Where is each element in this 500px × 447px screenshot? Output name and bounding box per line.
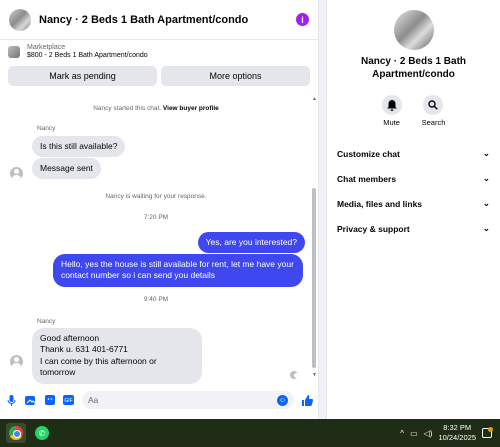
network-icon[interactable]: ▭ [410,429,418,438]
section-label: Privacy & support [337,223,410,234]
section-label: Chat members [337,173,397,184]
sender-avatar[interactable] [10,355,23,368]
listing-actions: Mark as pending More options [0,64,318,92]
message-line: I can come by this afternoon or tomorrow [40,355,157,378]
timestamp: 7:20 PM [143,214,169,221]
gif-icon[interactable]: GIF [63,395,74,406]
search-action[interactable]: Search [421,95,446,127]
search-icon[interactable] [423,95,444,115]
chat-started-notice: Nancy started this chat. View buyer prof… [0,105,312,112]
message-composer: GIF Aa ☺ [0,388,319,412]
timestamp: 9:40 PM [143,296,169,303]
section-label: Customize chat [337,148,400,159]
section-customize-chat[interactable]: Customize chat ⌄ [327,141,500,166]
taskbar: ✆ ^ ▭ ◁) 8:32 PM 10/24/2025 [0,419,500,447]
thread-scrollbar[interactable]: ▲ ▼ [311,96,317,378]
chevron-down-icon: ⌄ [482,198,490,208]
info-sections: Customize chat ⌄ Chat members ⌄ Media, f… [327,141,500,241]
whatsapp-icon: ✆ [35,426,49,440]
notification-icon[interactable] [482,427,493,438]
chrome-taskbar-button[interactable] [6,423,26,443]
scrollbar-thumb[interactable] [312,188,316,368]
conversation-info-panel: Nancy · 2 Beds 1 Bath Apartment/condo Mu… [326,0,500,419]
chevron-down-icon: ⌄ [482,173,490,183]
section-label: Media, files and links [337,198,423,209]
sender-name: Nancy [37,125,56,132]
volume-icon[interactable]: ◁) [424,429,433,438]
message-bubble-incoming[interactable]: Is this still available? [32,136,126,158]
section-chat-members[interactable]: Chat members ⌄ [327,166,500,191]
message-input-placeholder: Aa [88,395,99,405]
chevron-up-icon[interactable]: ^ [400,429,404,438]
emoji-icon[interactable]: ☺ [277,394,288,406]
mute-label: Mute [383,118,400,127]
message-bubble-outgoing[interactable]: Hello, yes the house is still available … [53,254,303,287]
listing-label: Marketplace [27,43,66,51]
thumbs-up-icon[interactable] [302,394,313,406]
read-receipt-avatar [290,371,298,379]
sender-avatar[interactable] [10,167,23,180]
bell-icon[interactable] [381,95,402,115]
listing-profile-image [393,10,434,50]
listing-thumbnail [8,46,20,58]
photo-icon[interactable] [25,395,36,406]
chrome-icon [9,426,23,440]
listing-avatar[interactable] [9,8,31,31]
sender-name: Nancy [37,318,56,325]
clock[interactable]: 8:32 PM 10/24/2025 [438,423,476,443]
svg-text:GIF: GIF [64,398,72,404]
mark-pending-button[interactable]: Mark as pending [8,66,157,86]
info-icon[interactable]: i [296,13,309,26]
message-line: Good afternoon [40,333,100,343]
microphone-icon[interactable] [6,394,17,406]
clock-time: 8:32 PM [443,423,472,433]
message-bubble-outgoing[interactable]: Yes, are you interested? [197,232,305,254]
quick-actions: Mute Search [327,95,500,127]
listing-summary[interactable]: Marketplace $800 - 2 Beds 1 Bath Apartme… [0,40,318,64]
chat-header: Nancy · 2 Beds 1 Bath Apartment/condo i [0,0,318,40]
scroll-up-icon[interactable]: ▲ [312,96,317,102]
chat-panel: Nancy · 2 Beds 1 Bath Apartment/condo i … [0,0,319,419]
listing-detail: $800 - 2 Beds 1 Bath Apartment/condo [27,52,148,59]
message-thread: Nancy started this chat. View buyer prof… [0,93,312,384]
waiting-notice: Nancy is waiting for your response. [105,193,207,200]
chat-title[interactable]: Nancy · 2 Beds 1 Bath Apartment/condo [39,14,296,26]
scroll-down-icon[interactable]: ▼ [312,372,317,378]
message-bubble-incoming[interactable]: Message sent [32,158,101,180]
mute-action[interactable]: Mute [381,95,402,127]
chat-started-text: Nancy started this chat. [93,105,162,112]
info-title: Nancy · 2 Beds 1 Bath Apartment/condo [360,56,467,80]
message-bubble-incoming[interactable]: Good afternoon Thank u. 631 401-6771 I c… [32,328,202,384]
message-input[interactable]: Aa ☺ [82,391,294,409]
section-privacy-support[interactable]: Privacy & support ⌄ [327,216,500,241]
whatsapp-taskbar-button[interactable]: ✆ [32,423,52,443]
clock-date: 10/24/2025 [438,433,476,442]
chevron-down-icon: ⌄ [482,148,490,158]
more-options-button[interactable]: More options [161,66,310,86]
message-line: Thank u. 631 401-6771 [40,344,128,355]
view-buyer-profile-link[interactable]: View buyer profile [163,105,219,112]
sticker-icon[interactable] [44,395,55,406]
system-tray: ^ ▭ ◁) 8:32 PM 10/24/2025 [400,423,500,443]
search-label: Search [421,118,446,127]
chevron-down-icon: ⌄ [482,223,490,233]
section-media-files-links[interactable]: Media, files and links ⌄ [327,191,500,216]
